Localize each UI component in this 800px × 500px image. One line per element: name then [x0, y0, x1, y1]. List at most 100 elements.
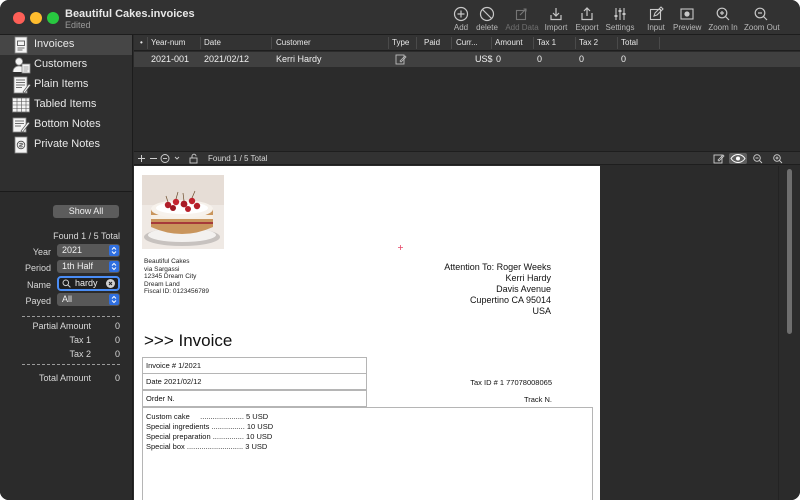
column-header-currency[interactable]: Curr...	[456, 38, 478, 47]
eye-icon	[730, 154, 746, 163]
cell-tax2: 0	[579, 54, 585, 64]
sidebar-item-plain-items[interactable]: Plain Items	[0, 75, 132, 95]
zoom-out-button[interactable]: Zoom Out	[744, 6, 780, 34]
settings-button[interactable]: Settings	[605, 6, 635, 34]
popup-chevron-icon	[109, 245, 119, 256]
zoom-in-icon	[773, 154, 783, 164]
minimize-window-button[interactable]	[30, 12, 42, 24]
tax1-value: 0	[114, 335, 120, 345]
preview-view-button[interactable]	[729, 153, 747, 164]
zoom-out-small-button[interactable]	[749, 153, 767, 164]
zoom-in-button[interactable]: Zoom In	[708, 6, 738, 34]
table-header: • Year-num Date Customer Type Paid Curr.…	[134, 35, 800, 51]
zoom-in-small-button[interactable]	[769, 153, 787, 164]
action-menu-button[interactable]	[160, 153, 182, 164]
total-amount-label: Total Amount	[38, 373, 91, 383]
zoom-in-icon	[716, 7, 730, 21]
export-icon	[581, 7, 593, 21]
total-amount-value: 0	[114, 373, 120, 383]
invoice-date: Date 2021/02/12	[142, 373, 367, 390]
add-button[interactable]: Add	[451, 6, 471, 34]
zoom-out-icon	[754, 7, 768, 21]
minus-icon	[150, 158, 157, 159]
filter-panel: Show All Found 1 / 5 Total Year 2021 Per…	[0, 192, 132, 500]
payed-popup[interactable]: All	[57, 293, 120, 306]
lock-button[interactable]	[188, 153, 199, 164]
scrollbar-thumb[interactable]	[787, 169, 792, 334]
sidebar-item-customers[interactable]: Customers	[0, 55, 132, 75]
column-header-customer[interactable]: Customer	[276, 38, 311, 47]
sidebar-item-private-notes[interactable]: Private Notes	[0, 135, 132, 155]
tax-id: Tax ID # 1 77078008065	[470, 378, 552, 387]
column-header-paid[interactable]: Paid	[424, 38, 440, 47]
title-bar: Beautiful Cakes.invoices Edited Add dele…	[0, 0, 800, 35]
import-button[interactable]: Import	[544, 6, 568, 34]
sort-indicator: •	[140, 38, 143, 47]
add-data-icon	[515, 8, 527, 21]
export-button[interactable]: Export	[575, 6, 599, 34]
sidebar-item-bottom-notes[interactable]: Bottom Notes	[0, 115, 132, 135]
period-label: Period	[24, 263, 51, 273]
cell-customer: Kerri Hardy	[276, 54, 322, 64]
column-header-tax1[interactable]: Tax 1	[537, 38, 556, 47]
popup-chevron-icon	[109, 294, 119, 305]
clear-search-icon[interactable]	[106, 279, 115, 288]
year-label: Year	[32, 247, 51, 257]
list-item: Special ingredients ................ 10 …	[146, 422, 274, 431]
document-status: Edited	[65, 20, 91, 30]
column-header-year-num[interactable]: Year-num	[151, 38, 185, 47]
bottom-found-count: Found 1 / 5 Total	[208, 154, 268, 163]
crosshair-icon	[398, 245, 403, 250]
period-popup[interactable]: 1th Half	[57, 260, 120, 273]
year-popup[interactable]: 2021	[57, 244, 120, 257]
payed-value: All	[62, 294, 73, 304]
edit-view-button[interactable]	[710, 153, 728, 164]
tax2-label: Tax 2	[69, 349, 91, 359]
zoom-window-button[interactable]	[47, 12, 59, 24]
prohibit-icon	[479, 6, 495, 22]
preview-scrollbar[interactable]	[778, 166, 800, 500]
column-header-tax2[interactable]: Tax 2	[579, 38, 598, 47]
document-title: Beautiful Cakes.invoices	[65, 8, 195, 20]
column-header-total[interactable]: Total	[621, 38, 638, 47]
sidebar: Invoices Customers Plain Items Tabled It…	[0, 35, 133, 500]
partial-amount-value: 0	[114, 321, 120, 331]
sidebar-item-tabled-items[interactable]: Tabled Items	[0, 95, 132, 115]
list-item: Custom cake ..................... 5 USD	[146, 412, 269, 421]
table-row[interactable]: 2021-001 2021/02/12 Kerri Hardy US$ 0 0 …	[134, 52, 800, 67]
sidebar-item-invoices[interactable]: Invoices	[0, 35, 132, 55]
add-row-button[interactable]	[136, 153, 147, 164]
order-number: Order N.	[142, 390, 367, 407]
cell-amount: 0	[496, 54, 502, 64]
partial-amount-label: Partial Amount	[32, 321, 91, 331]
column-header-date[interactable]: Date	[204, 38, 221, 47]
name-label: Name	[26, 280, 51, 290]
notes-icon	[12, 117, 31, 133]
import-icon	[550, 8, 562, 21]
plus-icon	[138, 155, 145, 162]
remove-row-button[interactable]	[148, 153, 159, 164]
customers-icon	[12, 57, 31, 74]
edit-icon	[649, 6, 664, 21]
search-icon	[62, 279, 71, 288]
payed-label: Payed	[25, 296, 51, 306]
column-header-type[interactable]: Type	[392, 38, 409, 47]
summary-divider-bottom	[22, 364, 120, 365]
cell-tax1: 0	[537, 54, 543, 64]
close-window-button[interactable]	[13, 12, 25, 24]
preview-icon	[680, 8, 694, 20]
show-all-button[interactable]: Show All	[53, 205, 119, 218]
table-icon	[12, 97, 30, 113]
input-button[interactable]: Input	[645, 6, 667, 34]
popup-chevron-icon	[109, 261, 119, 272]
plus-circle-icon	[453, 6, 469, 22]
delete-button[interactable]: delete	[474, 6, 500, 34]
invoice-preview: Beautiful Cakes via Sargassi 12345 Dream…	[134, 166, 800, 500]
preview-button[interactable]: Preview	[673, 6, 701, 34]
column-header-amount[interactable]: Amount	[495, 38, 523, 47]
invoice-table: • Year-num Date Customer Type Paid Curr.…	[134, 35, 800, 151]
name-search-input[interactable]: hardy	[57, 276, 120, 291]
edit-icon	[713, 154, 725, 164]
add-data-button[interactable]: Add Data	[505, 6, 539, 34]
cell-currency: US$	[475, 54, 493, 64]
